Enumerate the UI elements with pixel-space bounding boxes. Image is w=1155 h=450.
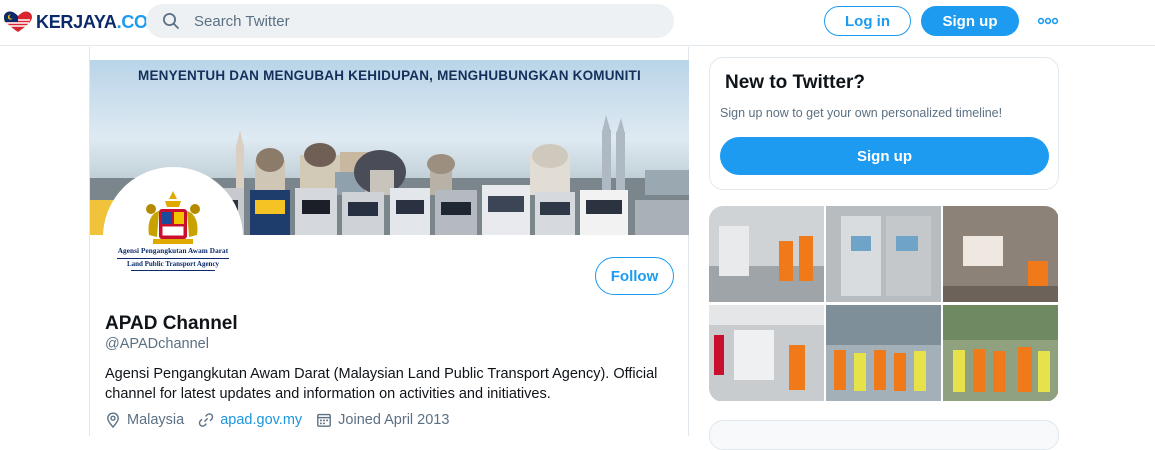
media-photo	[826, 305, 941, 401]
avatar-rule-lower	[131, 270, 215, 271]
avatar-caption-english: Land Public Transport Agency	[126, 260, 220, 268]
more-dots-icon[interactable]	[1037, 12, 1059, 30]
avatar[interactable]: Agensi Pengangkutan Awam Darat Land Publ…	[103, 167, 243, 307]
login-button[interactable]: Log in	[824, 6, 911, 36]
media-tile[interactable]	[943, 206, 1058, 302]
calendar-icon	[317, 413, 332, 427]
profile-location: Malaysia	[105, 412, 184, 428]
profile-joined: Joined April 2013	[316, 412, 449, 428]
kerjaya-logo[interactable]: KERJAYA.CO	[2, 9, 148, 35]
joined-text: Joined April 2013	[338, 412, 450, 428]
media-photo	[943, 305, 1058, 401]
signup-button[interactable]: Sign up	[921, 6, 1019, 36]
follow-button[interactable]: Follow	[595, 257, 674, 295]
profile-meta: Malaysia apad.gov.my Joined April 2013	[105, 412, 463, 428]
website-link[interactable]: apad.gov.my	[220, 412, 302, 428]
location-text: Malaysia	[127, 412, 185, 428]
logo-text: KERJAYA.CO	[36, 11, 148, 32]
location-pin-icon	[107, 412, 119, 428]
media-photo	[709, 305, 824, 401]
new-to-twitter-panel: New to Twitter? Sign up now to get your …	[709, 57, 1059, 190]
panel-title: New to Twitter?	[725, 72, 866, 93]
profile-column: MENYENTUH DAN MENGUBAH KEHIDUPAN, MENGHU…	[89, 47, 689, 436]
banner-slogan: MENYENTUH DAN MENGUBAH KEHIDUPAN, MENGHU…	[138, 68, 641, 83]
profile-website[interactable]: apad.gov.my	[198, 412, 302, 428]
search-icon	[163, 13, 179, 29]
search-input[interactable]	[194, 12, 634, 30]
panel-subtitle: Sign up now to get your own personalized…	[720, 106, 1003, 120]
avatar-rule	[117, 258, 229, 259]
media-tile[interactable]	[943, 305, 1058, 401]
profile-name: APAD Channel	[105, 313, 238, 334]
coat-of-arms-icon	[146, 191, 200, 244]
avatar-caption-malay: Agensi Pengangkutan Awam Darat	[117, 247, 229, 255]
media-tile[interactable]	[709, 206, 824, 302]
media-photo	[943, 206, 1058, 302]
profile-bio: Agensi Pengangkutan Awam Darat (Malaysia…	[105, 366, 658, 402]
profile-handle: @APADchannel	[105, 336, 209, 352]
search-bar[interactable]	[146, 4, 674, 38]
media-photo	[709, 206, 824, 302]
media-tile[interactable]	[826, 305, 941, 401]
panel-signup-button[interactable]: Sign up	[720, 137, 1049, 175]
link-icon	[199, 413, 214, 427]
sidebar-panel-partial	[709, 420, 1059, 450]
media-photo	[826, 206, 941, 302]
media-tile[interactable]	[826, 206, 941, 302]
heart-flag-icon	[4, 11, 32, 32]
top-bar: KERJAYA.CO Log in Sign up	[0, 0, 1155, 46]
media-tile[interactable]	[709, 305, 824, 401]
media-grid	[709, 206, 1059, 402]
